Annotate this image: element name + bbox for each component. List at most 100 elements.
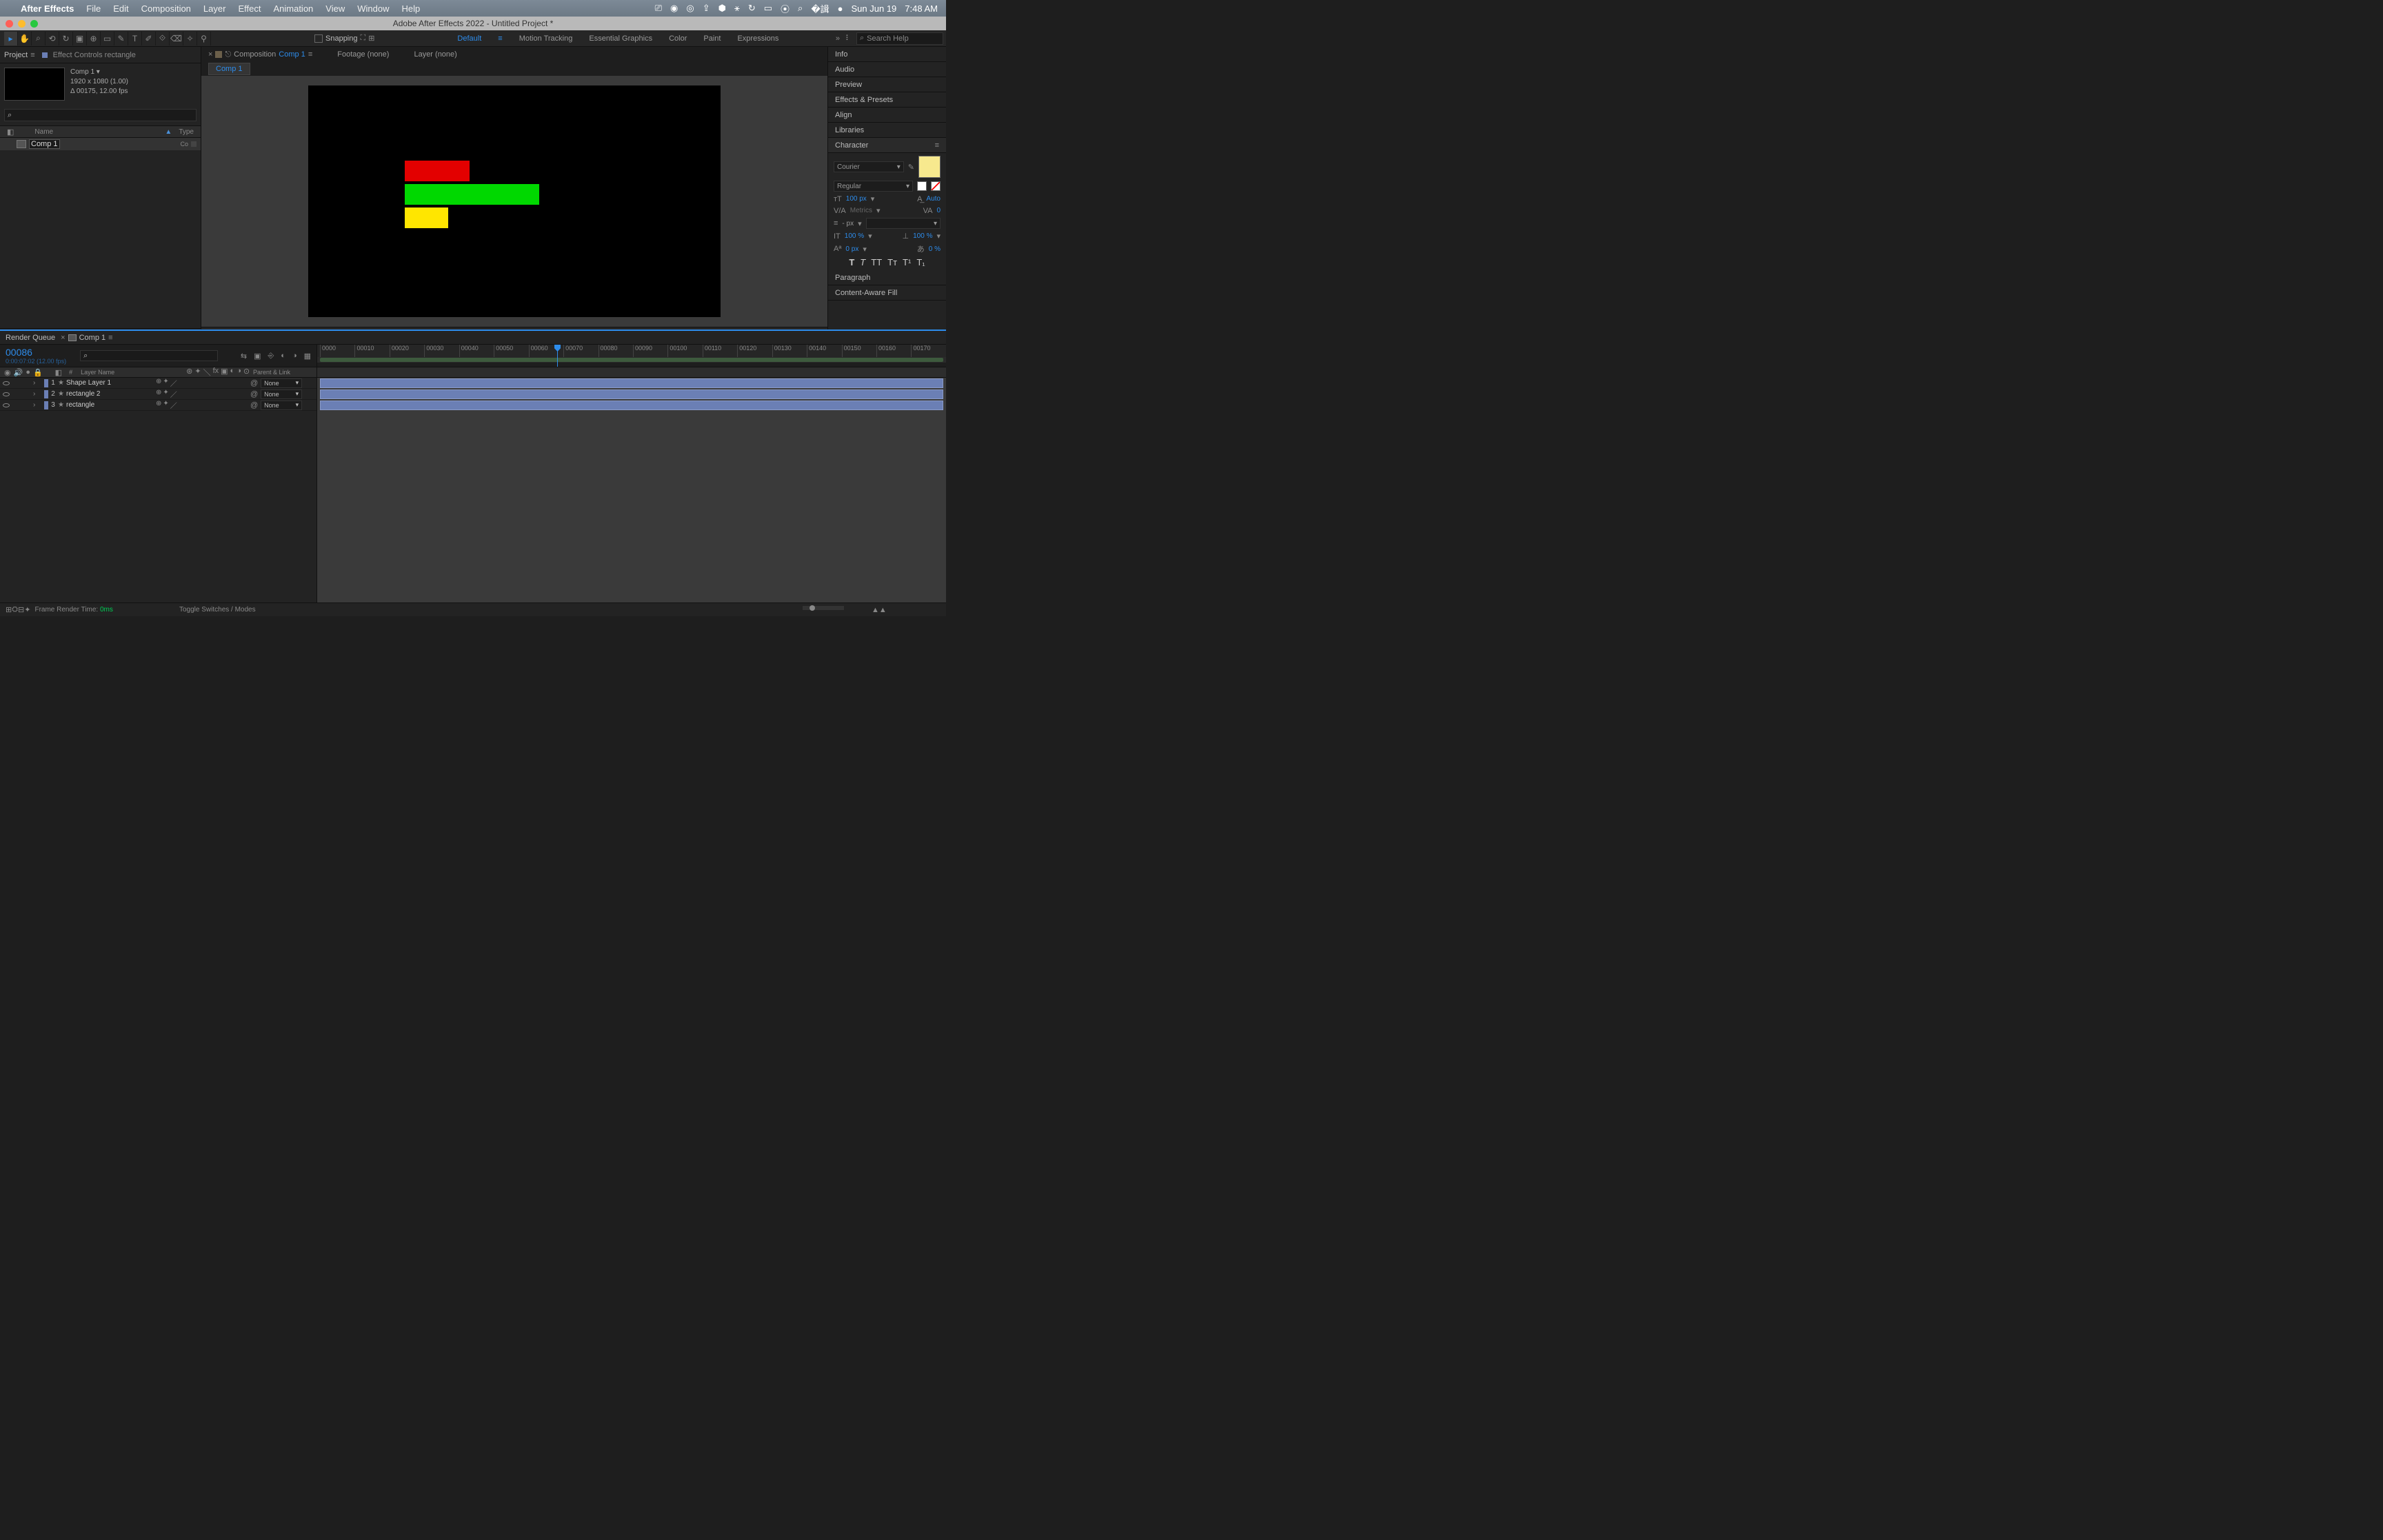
- anchor-tool-icon[interactable]: ⊕: [87, 32, 101, 45]
- project-row-name[interactable]: Comp 1: [29, 139, 60, 149]
- switches4-icon[interactable]: fx: [213, 367, 219, 378]
- parent-column-header[interactable]: Parent & Link: [253, 369, 290, 376]
- current-timecode[interactable]: 00086: [6, 347, 66, 358]
- type-column-header[interactable]: Type: [179, 128, 194, 136]
- workspace-color[interactable]: Color: [669, 34, 687, 43]
- superscript-button[interactable]: T¹: [903, 257, 911, 267]
- menu-help[interactable]: Help: [401, 3, 420, 14]
- graph-editor-icon[interactable]: ▦: [304, 352, 311, 361]
- shape-green-rectangle[interactable]: [405, 184, 539, 205]
- timeline-zoom-slider[interactable]: [803, 606, 844, 610]
- panel-menu-icon[interactable]: ≡: [108, 334, 112, 342]
- shape-red-rectangle[interactable]: [405, 161, 470, 181]
- effects-presets-panel-header[interactable]: Effects & Presets: [828, 92, 946, 108]
- pickwhip-icon[interactable]: @: [250, 379, 258, 387]
- timeline-layer-row[interactable]: ›3★rectangle⊕✦／@None▾: [0, 400, 316, 411]
- window-maximize-button[interactable]: [30, 20, 38, 28]
- workspace-motion-tracking[interactable]: Motion Tracking: [519, 34, 573, 43]
- chevron-down-icon[interactable]: ▾: [858, 219, 862, 228]
- layer-switches[interactable]: ⊕✦／: [156, 378, 225, 388]
- layer-bar-2[interactable]: [320, 389, 943, 399]
- dropbox-icon[interactable]: ⇪: [703, 3, 710, 14]
- audio-col-icon[interactable]: 🔊: [14, 368, 23, 377]
- spotlight-icon[interactable]: ⌕: [798, 3, 803, 14]
- switches7-icon[interactable]: ◑: [237, 367, 241, 378]
- kerning-value[interactable]: Metrics: [850, 207, 872, 214]
- comp-mini-flowchart-icon[interactable]: ⇆: [241, 352, 247, 361]
- panel-menu-icon[interactable]: ≡: [935, 141, 939, 150]
- brush-tool-icon[interactable]: ✐: [142, 32, 156, 45]
- roto-tool-icon[interactable]: ✧: [183, 32, 197, 45]
- project-row-comp1[interactable]: Comp 1 Co: [0, 138, 201, 150]
- footer-toggle1-icon[interactable]: ⊞: [6, 605, 12, 614]
- visibility-col-icon[interactable]: ◉: [4, 368, 11, 377]
- stroke-style-dropdown[interactable]: ▾: [866, 218, 941, 229]
- italic-button[interactable]: T: [860, 257, 865, 267]
- timeline-layer-bars[interactable]: [317, 378, 946, 602]
- snap-opt2-icon[interactable]: ⊞: [368, 34, 374, 43]
- ruler-tick[interactable]: 00130: [772, 345, 807, 357]
- ruler-tick[interactable]: 00080: [599, 345, 633, 357]
- name-column-header[interactable]: Name: [34, 128, 165, 136]
- composition-viewport[interactable]: [308, 85, 721, 317]
- workspace-essential-graphics[interactable]: Essential Graphics: [589, 34, 652, 43]
- hand-tool-icon[interactable]: ✋: [18, 32, 32, 45]
- chevron-down-icon[interactable]: ▾: [876, 206, 881, 215]
- clone-tool-icon[interactable]: ⟐: [156, 32, 170, 45]
- workspace-kebab-icon[interactable]: ⠇: [845, 34, 851, 43]
- label-column-icon[interactable]: ◧: [7, 128, 14, 136]
- lock-col-icon[interactable]: 🔒: [33, 368, 43, 377]
- proj-sel-name[interactable]: Comp 1 ▾: [70, 68, 128, 77]
- menu-animation[interactable]: Animation: [273, 3, 313, 14]
- shape-yellow-rectangle[interactable]: [405, 207, 448, 228]
- render-queue-tab[interactable]: Render Queue: [6, 334, 55, 342]
- workspace-menu-icon[interactable]: ≡: [498, 34, 502, 43]
- composition-viewer-tab[interactable]: × ⎋ Composition Comp 1 ≡: [204, 50, 316, 59]
- panel-menu-icon[interactable]: ≡: [30, 51, 34, 59]
- audio-panel-header[interactable]: Audio: [828, 62, 946, 77]
- panel-menu-icon[interactable]: ≡: [308, 50, 312, 59]
- layer-viewer-tab[interactable]: Layer (none): [410, 50, 461, 59]
- ruler-tick[interactable]: 00090: [633, 345, 667, 357]
- layer-name[interactable]: rectangle: [66, 401, 156, 409]
- parent-dropdown[interactable]: None▾: [261, 378, 302, 388]
- workspace-default[interactable]: Default: [457, 34, 481, 43]
- sort-indicator-icon[interactable]: ▲: [165, 128, 172, 136]
- switches2-icon[interactable]: ✦: [194, 367, 201, 378]
- grammarly-icon[interactable]: ◉: [670, 3, 678, 14]
- search-help-input[interactable]: ⌕ Search Help: [856, 32, 943, 45]
- libraries-panel-header[interactable]: Libraries: [828, 123, 946, 138]
- font-family-dropdown[interactable]: Courier▾: [834, 161, 904, 172]
- pickwhip-icon[interactable]: @: [250, 390, 258, 398]
- align-panel-header[interactable]: Align: [828, 108, 946, 123]
- chevron-down-icon[interactable]: ▾: [871, 194, 875, 203]
- visibility-toggle-icon[interactable]: [3, 392, 10, 396]
- project-search-input[interactable]: ⌕: [4, 109, 197, 121]
- fill-swatch-icon[interactable]: [917, 181, 927, 191]
- wifi-icon[interactable]: ⦿: [781, 2, 790, 15]
- ruler-tick[interactable]: 00100: [667, 345, 702, 357]
- chevron-down-icon[interactable]: ▾: [863, 245, 867, 254]
- tsume-value[interactable]: 0 %: [929, 245, 941, 253]
- window-minimize-button[interactable]: [18, 20, 26, 28]
- timeline-workarea[interactable]: [317, 357, 946, 363]
- ruler-tick[interactable]: 0000: [320, 345, 354, 357]
- ruler-tick[interactable]: 00050: [494, 345, 528, 357]
- draft-3d-icon[interactable]: ▣: [254, 352, 261, 361]
- switches8-icon[interactable]: ⊙: [243, 367, 250, 378]
- ruler-tick[interactable]: 00070: [563, 345, 598, 357]
- baseline-value[interactable]: 0 px: [845, 245, 858, 253]
- hscale-value[interactable]: 100 %: [913, 232, 932, 240]
- battery-icon[interactable]: ▭: [764, 3, 772, 14]
- layer-name[interactable]: rectangle 2: [66, 390, 156, 398]
- smallcaps-button[interactable]: Tᴛ: [887, 257, 897, 267]
- bold-button[interactable]: T: [849, 257, 854, 267]
- type-tool-icon[interactable]: T: [128, 32, 142, 45]
- lock-icon[interactable]: ⎋: [225, 50, 231, 59]
- menubar-date[interactable]: Sun Jun 19: [852, 3, 897, 14]
- zoom-tool-icon[interactable]: ⌕: [32, 32, 46, 45]
- chevron-down-icon[interactable]: ▾: [936, 232, 941, 241]
- menu-composition[interactable]: Composition: [141, 3, 191, 14]
- ruler-tick[interactable]: 00120: [737, 345, 772, 357]
- switches3-icon[interactable]: ＼: [203, 367, 211, 378]
